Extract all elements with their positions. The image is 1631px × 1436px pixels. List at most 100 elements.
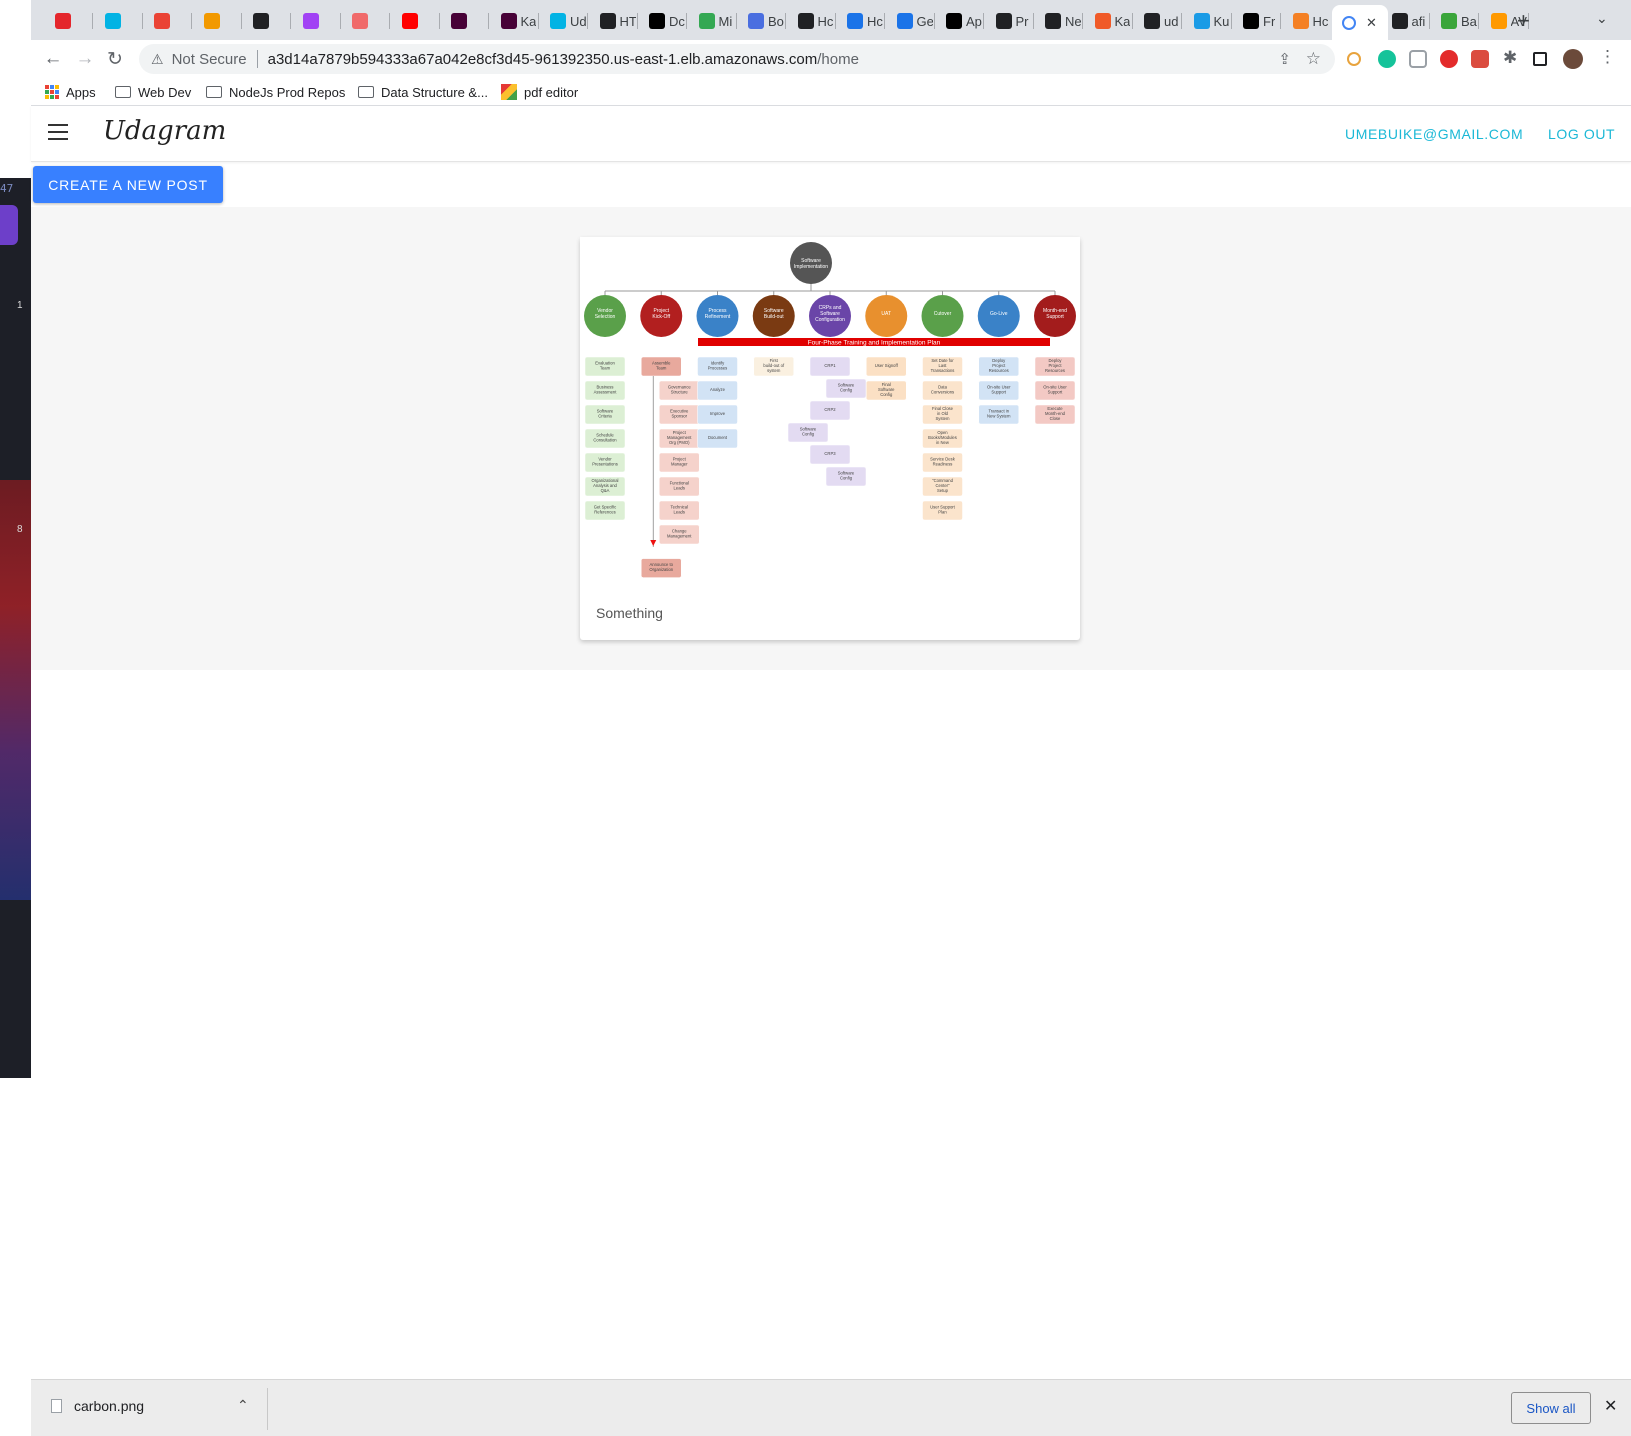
forward-arrow-icon[interactable]: → bbox=[71, 46, 99, 72]
browser-tab[interactable]: Hc bbox=[788, 8, 834, 34]
bookmark-star-icon[interactable]: ☆ bbox=[1306, 49, 1321, 69]
address-bar[interactable]: ⚠ Not Secure a3d14a7879b594333a67a042e8c… bbox=[139, 44, 1335, 74]
warning-triangle-icon[interactable]: ⚠ bbox=[151, 51, 164, 68]
url-host[interactable]: a3d14a7879b594333a67a042e8cf3d45-9613923… bbox=[268, 51, 818, 68]
browser-tab[interactable] bbox=[144, 8, 190, 34]
bookmark-web-dev[interactable]: Web Dev bbox=[115, 82, 191, 102]
browser-tab[interactable]: Ba bbox=[1431, 8, 1477, 34]
phase-node-label: Build-out bbox=[764, 314, 784, 320]
security-label[interactable]: Not Secure bbox=[172, 51, 247, 68]
browser-tab[interactable]: Mi bbox=[689, 8, 735, 34]
browser-tab[interactable] bbox=[392, 8, 438, 34]
browser-tab[interactable]: ud bbox=[1134, 8, 1180, 34]
chrome-loading-icon bbox=[1342, 15, 1356, 30]
create-post-button[interactable]: CREATE A NEW POST bbox=[33, 166, 223, 203]
browser-tab[interactable]: Ka bbox=[1085, 8, 1131, 34]
globe-icon bbox=[599, 13, 616, 29]
chevron-up-icon[interactable]: ⌃ bbox=[237, 1397, 249, 1414]
desktop-background-strip: 47 1 8 bbox=[0, 0, 31, 1436]
grammarly-icon[interactable] bbox=[1378, 50, 1396, 68]
feed-item-card[interactable]: Software Implementation Vendor Selection Eva… bbox=[580, 237, 1080, 640]
feed-list: Software Implementation Vendor Selection Eva… bbox=[31, 207, 1631, 670]
ne-icon bbox=[1045, 13, 1061, 29]
close-icon[interactable]: ✕ bbox=[1604, 1396, 1617, 1416]
todoist-icon[interactable] bbox=[1471, 50, 1489, 68]
task-label: Criteria bbox=[598, 414, 612, 419]
task-label: Support bbox=[991, 390, 1007, 395]
udacity-icon bbox=[104, 13, 121, 29]
ac-icon bbox=[748, 13, 764, 29]
browser-tab[interactable] bbox=[342, 8, 388, 34]
logout-button[interactable]: LOG OUT bbox=[1548, 126, 1615, 142]
task-label: Organization bbox=[649, 567, 673, 572]
desktop-wallpaper bbox=[0, 480, 31, 900]
browser-tab[interactable]: Pr bbox=[986, 8, 1032, 34]
task-label: Config bbox=[802, 432, 815, 437]
browser-tab[interactable] bbox=[293, 8, 339, 34]
browser-tab[interactable] bbox=[95, 8, 141, 34]
hamburger-menu-icon[interactable] bbox=[48, 124, 68, 140]
xd-icon bbox=[451, 13, 467, 29]
task-label: Setup bbox=[937, 488, 949, 493]
tab-title: Hc bbox=[817, 13, 834, 29]
tab-title: Ka bbox=[1114, 13, 1131, 29]
q-icon bbox=[253, 13, 269, 29]
tab-search-chevron-icon[interactable]: ⌄ bbox=[1596, 10, 1608, 27]
browser-tab[interactable]: Ap bbox=[936, 8, 982, 34]
bookmark-label: Data Structure &... bbox=[381, 84, 488, 100]
tab-close-icon[interactable]: ✕ bbox=[1366, 15, 1377, 31]
browser-tab[interactable] bbox=[243, 8, 289, 34]
app-brand[interactable]: Udagram bbox=[103, 116, 226, 146]
extension-icon[interactable] bbox=[1347, 52, 1361, 66]
bookmark-nodejs-prod-repos[interactable]: NodeJs Prod Repos bbox=[206, 82, 345, 102]
browser-tab[interactable]: Dc bbox=[639, 8, 685, 34]
show-all-button[interactable]: Show all bbox=[1511, 1392, 1591, 1424]
url-path[interactable]: /home bbox=[817, 51, 859, 68]
tab-separator bbox=[240, 13, 242, 29]
extension-icon[interactable] bbox=[1409, 50, 1427, 68]
browser-tab[interactable]: Ud bbox=[540, 8, 586, 34]
bookmark-apps[interactable]: Apps bbox=[45, 82, 96, 102]
globe-icon bbox=[1391, 13, 1408, 29]
bookmark-data-structure[interactable]: Data Structure &... bbox=[358, 82, 488, 102]
back-arrow-icon[interactable]: ← bbox=[39, 46, 67, 72]
browser-tab[interactable]: Ge bbox=[887, 8, 933, 34]
globe-icon bbox=[797, 13, 814, 29]
side-panel-icon[interactable] bbox=[1533, 52, 1547, 66]
browser-tab[interactable] bbox=[441, 8, 487, 34]
tab-title: Fr bbox=[1263, 13, 1276, 29]
kebab-menu-icon[interactable]: ⋮ bbox=[1599, 47, 1617, 66]
browser-tab[interactable]: Bo bbox=[738, 8, 784, 34]
browser-tab[interactable]: Hc bbox=[837, 8, 883, 34]
tab-title: Ka bbox=[520, 13, 537, 29]
tab-separator bbox=[735, 13, 737, 29]
address-divider bbox=[256, 50, 258, 68]
browser-tab[interactable]: Ku bbox=[1184, 8, 1230, 34]
task-label: Close bbox=[1050, 416, 1061, 421]
browser-tab[interactable]: afi bbox=[1382, 8, 1428, 34]
task-label: Readiness bbox=[933, 462, 953, 467]
new-tab-button[interactable]: + bbox=[1517, 8, 1530, 34]
profile-avatar[interactable] bbox=[1563, 49, 1583, 69]
browser-tab[interactable]: Hc bbox=[1283, 8, 1329, 34]
download-file-name[interactable]: carbon.png bbox=[74, 1398, 144, 1414]
phase-node-label: UAT bbox=[881, 311, 891, 317]
browser-tab[interactable]: Ne bbox=[1035, 8, 1081, 34]
task-label: New System bbox=[987, 414, 1011, 419]
folder-icon bbox=[206, 86, 222, 98]
phase-node-label: Cutover bbox=[934, 311, 952, 317]
adblock-icon[interactable] bbox=[1440, 50, 1458, 68]
browser-tab[interactable]: HT bbox=[590, 8, 636, 34]
browser-tab[interactable] bbox=[194, 8, 240, 34]
puzzle-extensions-icon[interactable]: ✱ bbox=[1503, 48, 1521, 67]
reload-icon[interactable]: ↻ bbox=[101, 46, 129, 72]
browser-tab[interactable]: Fr bbox=[1233, 8, 1279, 34]
share-icon[interactable]: ⇪ bbox=[1278, 50, 1291, 68]
user-email-link[interactable]: UMEBUIKE@GMAIL.COM bbox=[1345, 126, 1523, 142]
download-item[interactable]: carbon.png bbox=[51, 1398, 144, 1414]
browser-tab-active[interactable]: ✕ bbox=[1332, 5, 1388, 40]
back-arrow-icon bbox=[203, 13, 220, 29]
browser-tab[interactable]: Ka bbox=[491, 8, 537, 34]
bookmark-pdf-editor[interactable]: pdf editor bbox=[501, 82, 578, 102]
browser-tab[interactable] bbox=[45, 8, 91, 34]
